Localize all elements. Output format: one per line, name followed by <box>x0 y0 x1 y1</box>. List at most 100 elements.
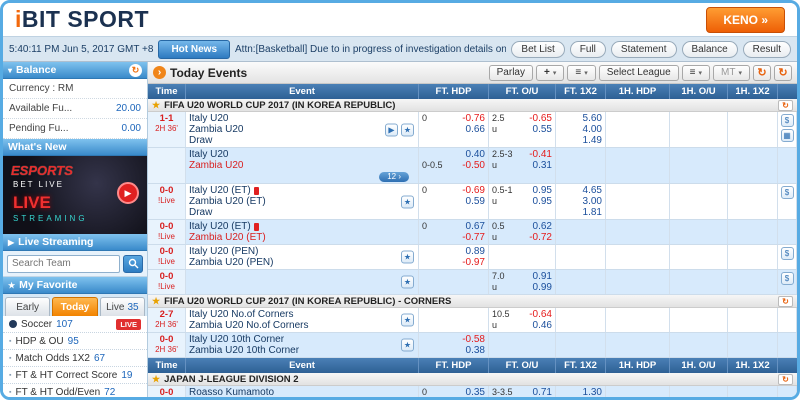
bet-money-icon[interactable]: $ <box>781 186 794 199</box>
odds-value[interactable]: 0.67 <box>466 221 485 232</box>
odds-value[interactable]: -0.72 <box>529 232 552 243</box>
promo-banner[interactable]: ESPORTS BET LIVE LIVE STREAMING ▶ <box>3 156 147 234</box>
refresh-all-button[interactable]: ↻ <box>774 65 792 81</box>
odds-value[interactable]: -0.65 <box>529 113 552 124</box>
favorite-icon[interactable]: ★ <box>401 123 414 136</box>
result-button[interactable]: Result <box>743 41 791 58</box>
home-team[interactable]: Roasso Kumamoto <box>189 387 274 397</box>
league-refresh-icon[interactable]: ↻ <box>778 374 793 385</box>
odds-value[interactable]: 0.55 <box>533 124 552 135</box>
odds-value[interactable]: 0.62 <box>533 221 552 232</box>
sidebar-item-match-odds[interactable]: ▪ Match Odds 1X2 67 <box>3 350 147 367</box>
odds-value[interactable]: -0.97 <box>462 257 485 268</box>
away-team[interactable]: Zambia U20 No.of Corners <box>189 320 309 331</box>
away-team[interactable]: Zambia U20 <box>189 124 243 135</box>
odds-value[interactable]: 4.00 <box>583 124 602 135</box>
odds-value[interactable]: 0.38 <box>466 345 485 356</box>
favorite-icon[interactable]: ★ <box>401 251 414 264</box>
sort-button[interactable]: ≡▾ <box>567 65 595 81</box>
balance-refresh-icon[interactable]: ↻ <box>129 64 142 77</box>
odds-value[interactable]: 0.35 <box>466 387 485 397</box>
away-team[interactable]: Zambia U20 (ET) <box>189 196 266 207</box>
sidebar-item-odd-even[interactable]: ▪ FT & HT Odd/Even 72 <box>3 384 147 397</box>
odds-value[interactable]: 0.46 <box>533 320 552 331</box>
home-team[interactable]: Italy U20 (PEN) <box>189 246 258 257</box>
away-team[interactable]: Zambia U20 10th Corner <box>189 345 299 356</box>
odds-value[interactable]: 3.00 <box>583 196 602 207</box>
mt-dropdown[interactable]: MT▾ <box>713 65 750 81</box>
home-team[interactable]: Italy U20 (ET) <box>189 185 251 196</box>
odds-value[interactable]: -0.41 <box>529 149 552 160</box>
league-refresh-icon[interactable]: ↻ <box>778 296 793 307</box>
tab-today[interactable]: Today <box>52 297 97 316</box>
odds-value[interactable]: -0.69 <box>462 185 485 196</box>
odds-value[interactable]: -0.77 <box>462 232 485 243</box>
hot-news-button[interactable]: Hot News <box>158 40 230 59</box>
draw-option[interactable]: Draw <box>189 135 212 146</box>
home-team[interactable]: Italy U20 <box>189 113 228 124</box>
odds-value[interactable]: 1.49 <box>583 135 602 146</box>
sidebar-item-correct-score[interactable]: ▪ FT & HT Correct Score 19 <box>3 367 147 384</box>
favorite-icon[interactable]: ★ <box>401 195 414 208</box>
add-market-button[interactable]: +▾ <box>536 65 564 81</box>
match-time: 0-0 !Live <box>148 270 186 294</box>
search-team-input[interactable] <box>7 255 120 273</box>
away-team[interactable]: Zambia U20 <box>189 160 243 171</box>
odds-value[interactable]: 0.91 <box>533 271 552 282</box>
favorite-icon[interactable]: ★ <box>401 276 414 289</box>
play-icon[interactable]: ▶ <box>117 182 139 204</box>
bet-money-icon[interactable]: $ <box>781 247 794 260</box>
home-team[interactable]: Italy U20 No.of Corners <box>189 309 294 320</box>
odds-value[interactable]: -0.50 <box>462 160 485 171</box>
odds-value[interactable]: -0.58 <box>462 334 485 345</box>
refresh-button[interactable]: ↻ <box>753 65 771 81</box>
odds-value[interactable]: 0.99 <box>533 282 552 293</box>
odds-value[interactable]: 0.95 <box>533 196 552 207</box>
live-streaming-header[interactable]: ▶ Live Streaming <box>3 234 147 251</box>
home-team[interactable]: Italy U20 10th Corner <box>189 334 284 345</box>
odds-value[interactable]: -0.64 <box>529 309 552 320</box>
odds-value[interactable]: 0.71 <box>533 387 552 397</box>
away-team[interactable]: Zambia U20 (PEN) <box>189 257 273 268</box>
tab-live[interactable]: Live35 <box>100 297 145 316</box>
odds-value[interactable]: 0.31 <box>533 160 552 171</box>
odds-value[interactable]: 0.95 <box>533 185 552 196</box>
more-bets-button[interactable]: 12 › <box>379 172 409 182</box>
select-league-button[interactable]: Select League <box>599 65 679 81</box>
odds-value[interactable]: 1.81 <box>583 207 602 218</box>
1h-ou-cell <box>670 386 728 397</box>
odds-value[interactable]: 1.30 <box>583 387 602 397</box>
odds-value[interactable]: 0.40 <box>466 149 485 160</box>
bet-list-button[interactable]: Bet List <box>511 41 564 58</box>
odds-value[interactable]: 0.66 <box>466 124 485 135</box>
favorite-icon[interactable]: ★ <box>401 339 414 352</box>
view-mode-button[interactable]: ≡▾ <box>682 65 710 81</box>
bet-money-icon[interactable]: $ <box>781 114 794 127</box>
odds-value[interactable]: 4.65 <box>583 185 602 196</box>
odds-value[interactable]: 0.59 <box>466 196 485 207</box>
statement-button[interactable]: Statement <box>611 41 677 58</box>
my-favorite-header[interactable]: ★ My Favorite <box>3 277 147 294</box>
search-button[interactable] <box>123 255 143 273</box>
draw-option[interactable]: Draw <box>189 207 212 218</box>
whats-new-header[interactable]: What's New <box>3 139 147 156</box>
home-team[interactable]: Italy U20 <box>189 149 228 160</box>
odds-value[interactable]: 5.60 <box>583 113 602 124</box>
balance-button[interactable]: Balance <box>682 41 738 58</box>
balance-section-header[interactable]: ▾ Balance ↻ <box>3 62 147 79</box>
stream-icon[interactable]: ▶ <box>385 123 398 136</box>
full-button[interactable]: Full <box>570 41 606 58</box>
keno-button[interactable]: KENO » <box>706 7 785 33</box>
sidebar-item-soccer[interactable]: Soccer 107 LIVE <box>3 316 147 333</box>
league-refresh-icon[interactable]: ↻ <box>778 100 793 111</box>
parlay-button[interactable]: Parlay <box>489 65 533 81</box>
favorite-icon[interactable]: ★ <box>401 314 414 327</box>
away-team[interactable]: Zambia U20 (ET) <box>189 232 266 243</box>
stats-icon[interactable]: ▦ <box>781 129 794 142</box>
sidebar-item-hdp-ou[interactable]: ▪ HDP & OU 95 <box>3 333 147 350</box>
tab-early[interactable]: Early <box>5 297 50 316</box>
odds-value[interactable]: -0.76 <box>462 113 485 124</box>
home-team[interactable]: Italy U20 (ET) <box>189 221 251 232</box>
bet-money-icon[interactable]: $ <box>781 272 794 285</box>
odds-value[interactable]: 0.89 <box>466 246 485 257</box>
